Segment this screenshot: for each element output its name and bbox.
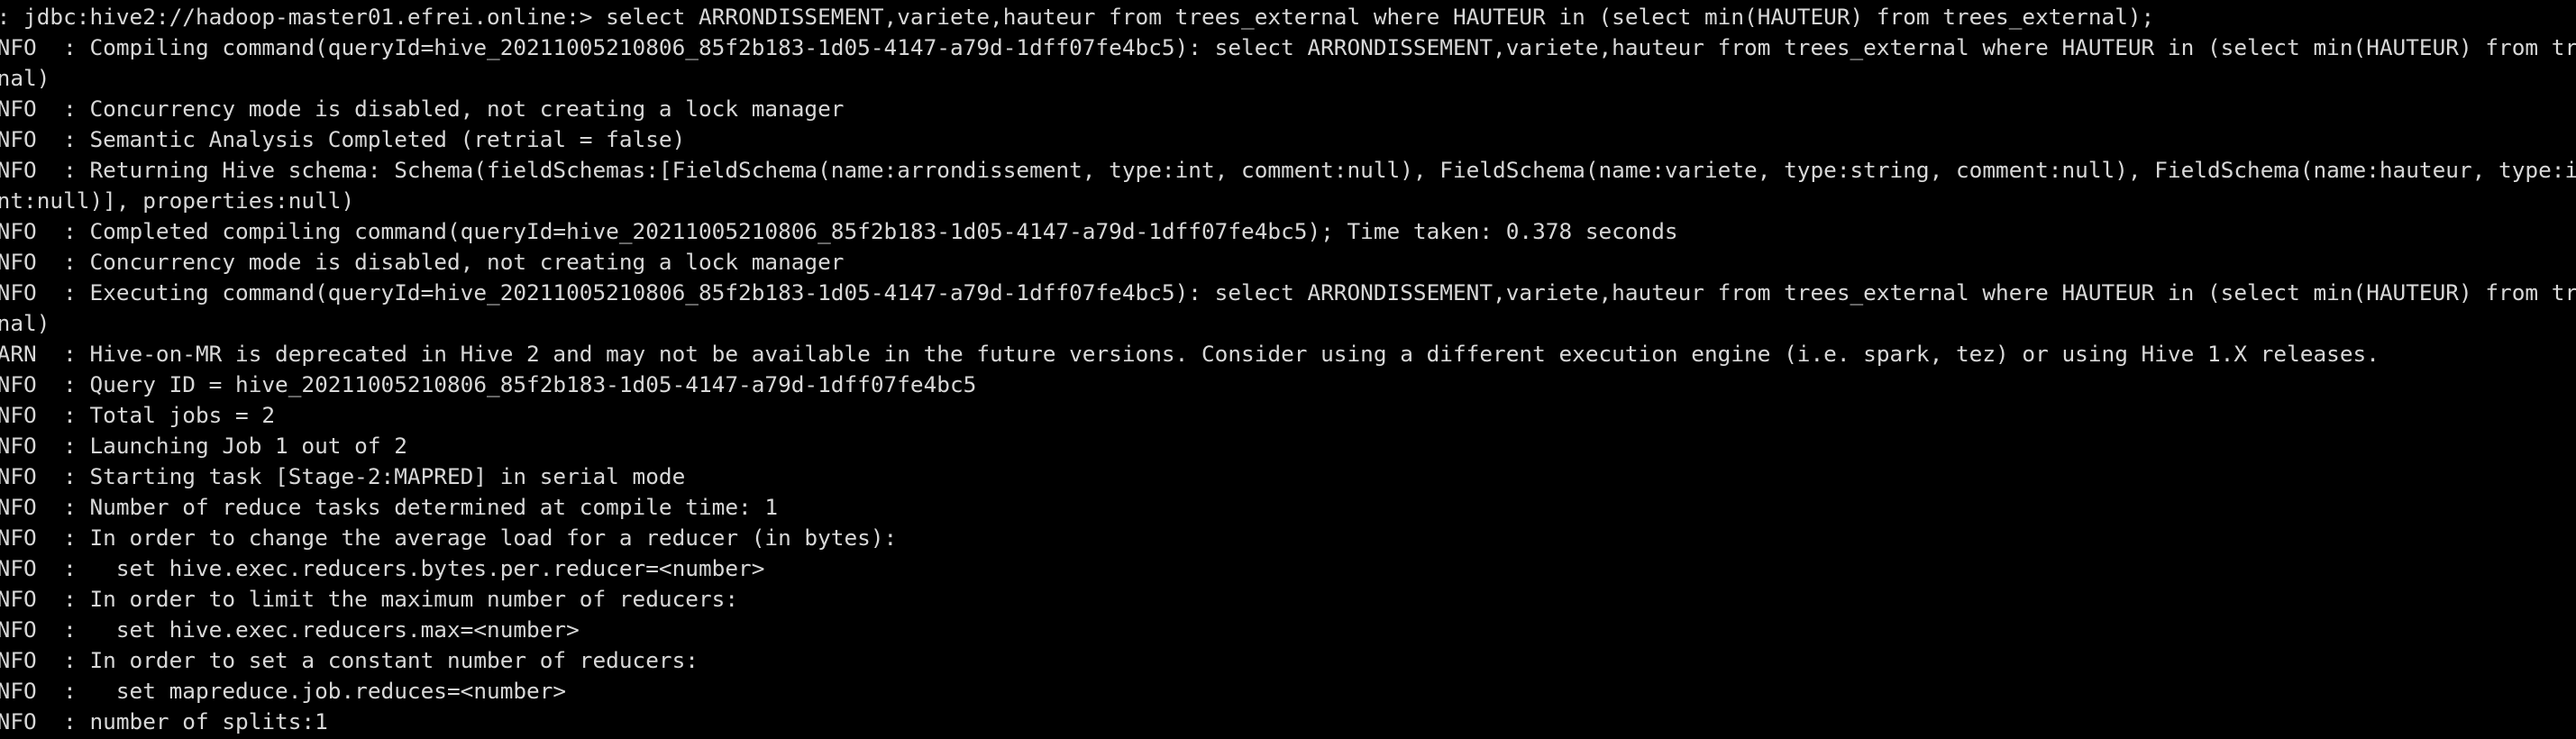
log-line-continuation: rnal) (0, 310, 50, 336)
log-line: INFO : Starting task [Stage-2:MAPRED] in… (0, 463, 686, 489)
log-line: INFO : Executing command(queryId=hive_20… (0, 279, 2576, 306)
log-line: INFO : Concurrency mode is disabled, not… (0, 96, 845, 122)
log-line: INFO : Launching Job 1 out of 2 (0, 433, 407, 459)
log-line-continuation: rnal) (0, 65, 50, 91)
log-line: INFO : set hive.exec.reducers.bytes.per.… (0, 555, 765, 581)
log-line: INFO : Semantic Analysis Completed (retr… (0, 126, 686, 152)
log-line: INFO : In order to set a constant number… (0, 647, 699, 673)
log-line: INFO : Returning Hive schema: Schema(fie… (0, 157, 2576, 183)
log-line: INFO : Concurrency mode is disabled, not… (0, 249, 845, 275)
log-line: INFO : In order to limit the maximum num… (0, 586, 739, 612)
terminal-output: 0: jdbc:hive2://hadoop-master01.efrei.on… (0, 2, 2576, 737)
terminal-window[interactable]: 0: jdbc:hive2://hadoop-master01.efrei.on… (0, 0, 2576, 739)
log-line: INFO : set hive.exec.reducers.max=<numbe… (0, 616, 580, 643)
warn-line: WARN : Hive-on-MR is deprecated in Hive … (0, 341, 2380, 367)
log-line: INFO : set mapreduce.job.reduces=<number… (0, 678, 567, 704)
log-line-continuation: ent:null)], properties:null) (0, 187, 355, 214)
log-line: INFO : Query ID = hive_20211005210806_85… (0, 371, 977, 397)
log-line: INFO : Number of reduce tasks determined… (0, 494, 779, 520)
log-line: INFO : In order to change the average lo… (0, 525, 898, 551)
log-line: INFO : Total jobs = 2 (0, 402, 276, 428)
log-line: INFO : Compiling command(queryId=hive_20… (0, 34, 2576, 60)
log-line: INFO : number of splits:1 (0, 708, 328, 734)
command-prompt-line: 0: jdbc:hive2://hadoop-master01.efrei.on… (0, 4, 2155, 30)
log-line: INFO : Completed compiling command(query… (0, 218, 1678, 244)
